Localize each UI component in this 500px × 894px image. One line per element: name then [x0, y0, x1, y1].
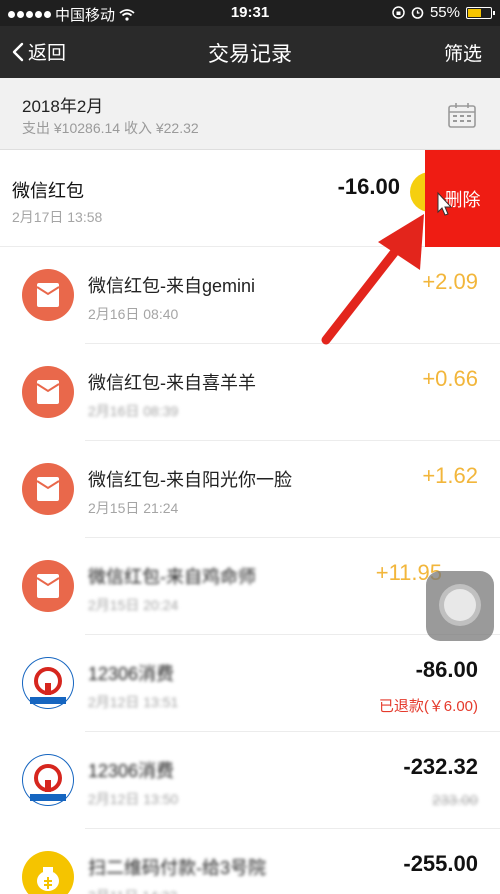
red-envelope-icon: [22, 560, 74, 612]
transaction-title: 微信红包-来自喜羊羊: [88, 373, 256, 393]
nav-bar: 返回 交易记录 筛选: [0, 26, 500, 78]
battery-percent: 55%: [429, 4, 460, 21]
red-envelope-icon: [22, 269, 74, 321]
transaction-title: 微信红包-来自阳光你一脸: [88, 470, 292, 490]
delete-button[interactable]: 删除: [425, 150, 500, 247]
transaction-row[interactable]: 微信红包-来自阳光你一脸 2月15日 21:24 +1.62: [0, 441, 500, 538]
transaction-title: 微信红包-来自gemini: [88, 276, 256, 296]
original-amount: 233.00: [432, 792, 478, 809]
china-railway-icon: [22, 754, 74, 806]
filter-button[interactable]: 筛选: [444, 39, 482, 66]
transaction-amount: -255.00: [403, 851, 478, 876]
money-bag-icon: [22, 851, 74, 894]
calendar-icon[interactable]: [448, 102, 476, 128]
assistive-touch-button[interactable]: [426, 571, 494, 641]
alarm-icon: [411, 7, 424, 19]
transaction-amount: -86.00: [415, 657, 478, 682]
transaction-row[interactable]: 扫二维码付款-给3号院 2月11日 14:32 -255.00: [0, 829, 500, 894]
transaction-title: 12306消费: [88, 664, 175, 684]
transaction-time: 2月16日 08:40: [88, 306, 179, 322]
month-summary: 支出 ¥10286.14 收入 ¥22.32: [22, 120, 199, 136]
transaction-amount: -16.00: [337, 174, 400, 199]
transaction-row[interactable]: 微信红包-来自鸡命师 2月15日 20:24 +11.95: [0, 538, 500, 635]
month-header: 2018年2月 支出 ¥10286.14 收入 ¥22.32: [0, 78, 500, 150]
battery-icon: [466, 6, 495, 19]
transaction-amount: -232.32: [403, 754, 478, 779]
status-right: 55%: [392, 4, 495, 21]
transaction-time: 2月17日 13:58: [12, 209, 103, 225]
transaction-time: 2月12日 13:51: [88, 694, 179, 710]
transaction-time: 2月12日 13:50: [88, 791, 179, 807]
page-title: 交易记录: [208, 43, 292, 66]
swiped-transaction-row[interactable]: 微信红包 2月17日 13:58 -16.00 删除: [0, 150, 500, 247]
transaction-time: 2月15日 20:24: [88, 597, 179, 613]
transaction-time: 2月11日 14:32: [88, 886, 177, 894]
status-bar: 中国移动 19:31 55%: [0, 0, 500, 26]
transaction-row[interactable]: 12306消费 2月12日 13:51 -86.00 已退款(￥6.00): [0, 635, 500, 732]
transaction-title: 12306消费: [88, 761, 175, 781]
transaction-amount: +2.09: [422, 269, 478, 294]
refund-note: 已退款(￥6.00): [378, 698, 478, 715]
transaction-row[interactable]: 微信红包-来自喜羊羊 2月16日 08:39 +0.66: [0, 344, 500, 441]
transaction-amount: +0.66: [422, 366, 478, 391]
transaction-time: 2月15日 21:24: [88, 500, 179, 516]
transaction-title: 微信红包-来自鸡命师: [88, 567, 256, 587]
transaction-time: 2月16日 08:39: [88, 403, 179, 419]
transaction-title: 微信红包: [12, 181, 84, 201]
transaction-amount: +1.62: [422, 463, 478, 488]
red-envelope-icon: [22, 366, 74, 418]
transaction-row[interactable]: 微信红包-来自gemini 2月16日 08:40 +2.09: [0, 247, 500, 344]
transaction-row[interactable]: 12306消费 2月12日 13:50 -232.32 233.00: [0, 732, 500, 829]
month-title: 2018年2月: [22, 97, 104, 116]
transaction-title: 扫二维码付款-给3号院: [88, 858, 267, 878]
red-envelope-icon: [22, 463, 74, 515]
rotation-lock-icon: [392, 6, 405, 19]
china-railway-icon: [22, 657, 74, 709]
